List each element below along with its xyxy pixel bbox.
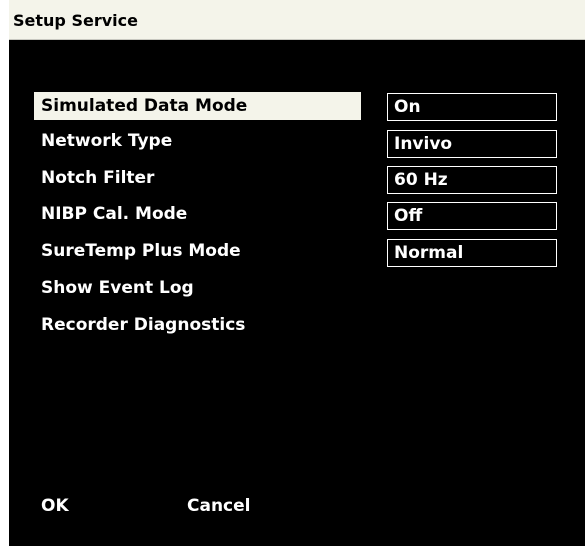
setup-service-screen: Setup Service Simulated Data Mode On Net… [0,0,585,546]
menu-item-label: SureTemp Plus Mode [41,241,241,261]
menu-item-simulated-data-mode[interactable]: Simulated Data Mode [34,92,361,120]
menu-item-label: Show Event Log [41,278,194,298]
menu-item-network-type[interactable]: Network Type [34,127,361,155]
menu-item-nibp-cal-mode[interactable]: NIBP Cal. Mode [34,200,361,228]
cancel-button[interactable]: Cancel [187,494,250,518]
menu-item-label: Notch Filter [41,168,155,188]
title-bar: Setup Service [9,0,585,40]
menu-item-label: Recorder Diagnostics [41,315,246,335]
menu-item-suretemp-plus-mode[interactable]: SureTemp Plus Mode [34,237,361,265]
menu-item-label: Simulated Data Mode [41,96,248,116]
menu-item-show-event-log[interactable]: Show Event Log [34,274,361,302]
ok-button[interactable]: OK [41,494,69,518]
menu-item-recorder-diagnostics[interactable]: Recorder Diagnostics [34,311,361,339]
nibp-cal-mode-value[interactable]: Off [387,202,557,230]
window-title: Setup Service [13,11,138,30]
suretemp-plus-mode-value[interactable]: Normal [387,239,557,267]
menu-item-label: Network Type [41,131,173,151]
menu-item-notch-filter[interactable]: Notch Filter [34,164,361,192]
value-text: Off [394,206,423,226]
menu-item-label: NIBP Cal. Mode [41,204,188,224]
network-type-value[interactable]: Invivo [387,130,557,158]
notch-filter-value[interactable]: 60 Hz [387,166,557,194]
value-text: On [394,97,421,117]
left-border-strip [0,0,9,546]
simulated-data-mode-value[interactable]: On [387,93,557,121]
value-text: 60 Hz [394,170,448,190]
value-text: Invivo [394,134,453,154]
value-text: Normal [394,243,464,263]
